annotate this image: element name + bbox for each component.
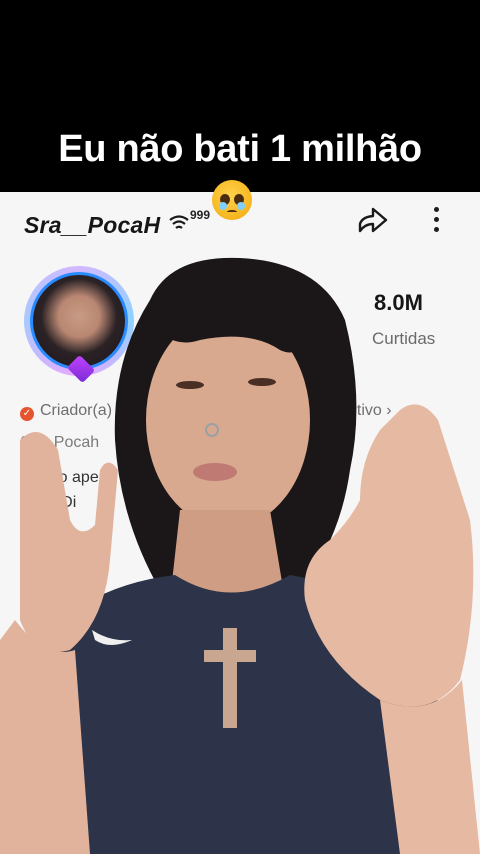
share-arrow-icon[interactable] xyxy=(355,204,391,238)
profile-username: Sra__PocaH xyxy=(24,212,161,238)
username-badge-count: 999 xyxy=(190,208,211,222)
video-caption: Eu não bati 1 milhão xyxy=(58,128,422,170)
person-overlay xyxy=(0,257,480,854)
pleading-face-emoji-icon xyxy=(212,180,252,220)
more-options-icon[interactable] xyxy=(424,204,448,238)
wifi-icon xyxy=(169,215,189,229)
